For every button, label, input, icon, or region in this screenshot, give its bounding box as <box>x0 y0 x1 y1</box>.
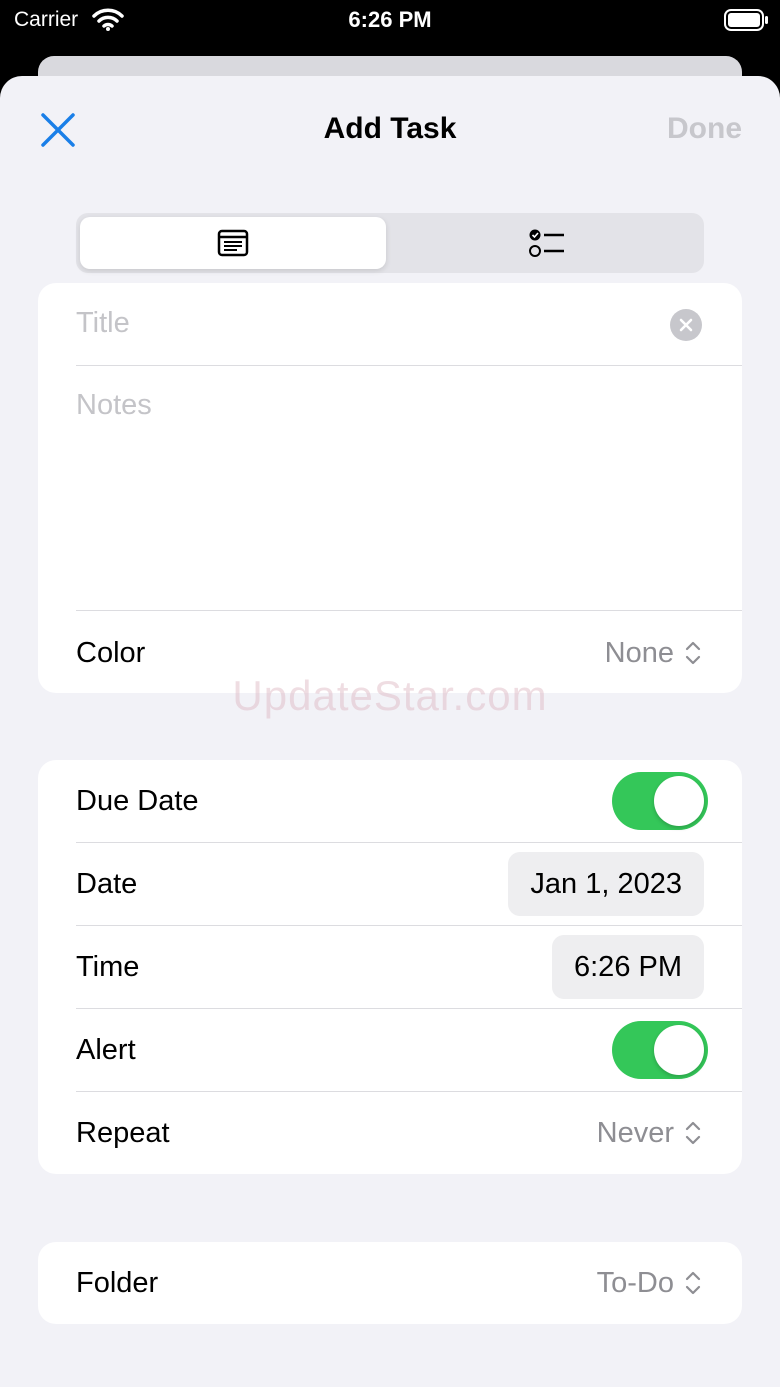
time-picker[interactable]: 6:26 PM <box>552 935 704 999</box>
repeat-row: Repeat Never <box>76 1092 742 1174</box>
note-icon <box>217 229 249 257</box>
watermark: UpdateStar.com <box>232 672 548 719</box>
status-bar: Carrier 6:26 PM <box>0 0 780 56</box>
notes-input[interactable]: Notes <box>76 389 152 422</box>
time-label: Time <box>76 950 140 983</box>
alert-label: Alert <box>76 1033 136 1066</box>
folder-value: To-Do <box>596 1266 674 1299</box>
date-label: Date <box>76 867 138 900</box>
details-card: Title Notes Color None <box>38 283 742 693</box>
checklist-icon <box>529 229 564 257</box>
chevron-up-down-icon <box>685 641 701 665</box>
status-time: 6:26 PM <box>348 7 432 32</box>
time-row: Time 6:26 PM <box>76 926 742 1008</box>
page-title: Add Task <box>323 112 457 145</box>
add-task-sheet: Add Task Done Title Notes Color None Upd… <box>0 76 780 1387</box>
due-date-label: Due Date <box>76 784 199 817</box>
chevron-up-down-icon <box>685 1271 701 1295</box>
alert-row: Alert <box>76 1009 742 1091</box>
date-row: Date Jan 1, 2023 <box>76 843 742 925</box>
color-picker[interactable]: None <box>605 637 702 670</box>
due-date-row: Due Date <box>76 760 742 842</box>
title-input[interactable]: Title <box>76 307 130 340</box>
color-label: Color <box>76 636 146 669</box>
divider <box>76 610 742 611</box>
repeat-value: Never <box>596 1116 674 1149</box>
color-value: None <box>604 636 674 669</box>
alert-toggle[interactable] <box>612 1021 708 1079</box>
schedule-card: Due Date Date Jan 1, 2023 Time 6:26 PM A… <box>38 760 742 1174</box>
clear-title-button[interactable] <box>670 309 702 341</box>
battery-icon <box>724 9 768 36</box>
repeat-label: Repeat <box>76 1116 170 1149</box>
mode-segmented-control <box>76 213 704 273</box>
folder-row: Folder To-Do <box>76 1242 742 1324</box>
toggle-knob <box>654 776 704 826</box>
done-button[interactable]: Done <box>667 112 742 146</box>
toggle-knob <box>654 1025 704 1075</box>
clear-icon <box>679 318 693 332</box>
segment-checklist[interactable] <box>394 217 700 269</box>
date-picker[interactable]: Jan 1, 2023 <box>508 852 704 916</box>
divider <box>76 365 742 366</box>
folder-label: Folder <box>76 1266 159 1299</box>
folder-card: Folder To-Do <box>38 1242 742 1324</box>
folder-picker[interactable]: To-Do <box>597 1267 702 1300</box>
due-date-toggle[interactable] <box>612 772 708 830</box>
repeat-picker[interactable]: Never <box>597 1117 702 1150</box>
segment-note[interactable] <box>80 217 386 269</box>
chevron-up-down-icon <box>685 1121 701 1145</box>
